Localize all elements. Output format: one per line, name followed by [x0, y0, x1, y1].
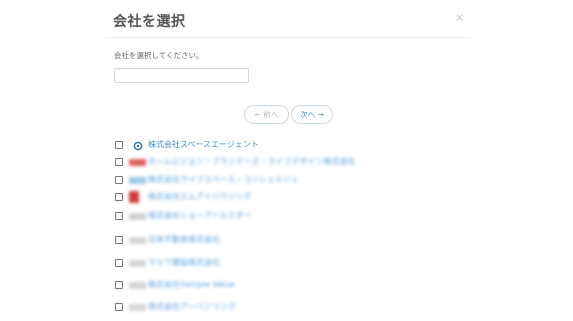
close-icon[interactable]: ×: [455, 11, 464, 24]
company-name-link[interactable]: ホームビジョン・プランナーズ・ライフデザイン株式会社: [148, 156, 355, 167]
company-logo-icon: [129, 159, 146, 166]
company-checkbox[interactable]: [115, 303, 123, 311]
company-checkbox[interactable]: [115, 259, 123, 267]
company-select-modal: 会社を選択 × 会社を選択してください。 ← 前へ 次へ → 株式会社スペースエ…: [0, 0, 573, 321]
next-page-button[interactable]: 次へ →: [291, 105, 333, 124]
instruction-text: 会社を選択してください。: [114, 51, 204, 60]
company-logo-icon: [129, 213, 146, 220]
company-checkbox[interactable]: [115, 176, 123, 184]
company-name-link[interactable]: マルワ建設株式会社: [148, 257, 220, 268]
company-logo-icon: [129, 191, 139, 203]
company-name-link[interactable]: 株式会社ショーアールスター: [148, 210, 251, 221]
modal-title: 会社を選択: [113, 14, 186, 30]
company-name-link[interactable]: 日本不動産株式会社: [148, 234, 220, 245]
company-logo-icon: [133, 141, 143, 151]
company-logo-icon: [129, 282, 146, 289]
company-checkbox[interactable]: [115, 141, 123, 149]
company-name-link[interactable]: 株式会社エムアイハウジング: [148, 191, 251, 202]
company-checkbox[interactable]: [115, 236, 123, 244]
company-logo-icon: [129, 237, 146, 244]
company-logo-icon: [129, 304, 146, 311]
company-checkbox[interactable]: [115, 212, 123, 220]
prev-page-button[interactable]: ← 前へ: [244, 105, 289, 124]
company-checkbox[interactable]: [115, 281, 123, 289]
company-name-link[interactable]: 株式会社アーバンリンク: [148, 301, 236, 312]
company-name-link[interactable]: 株式会社スペースエージェント: [148, 139, 259, 150]
company-search-input[interactable]: [114, 68, 249, 83]
company-checkbox[interactable]: [115, 158, 123, 166]
company-logo-icon: [129, 260, 146, 267]
header-divider: [106, 37, 470, 38]
company-logo-icon: [129, 177, 146, 184]
company-name-link[interactable]: 株式会社ライフスペース・コンシェルジュ: [148, 174, 298, 185]
company-name-link[interactable]: 株式会社Sample Value: [148, 279, 235, 290]
company-checkbox[interactable]: [115, 193, 123, 201]
